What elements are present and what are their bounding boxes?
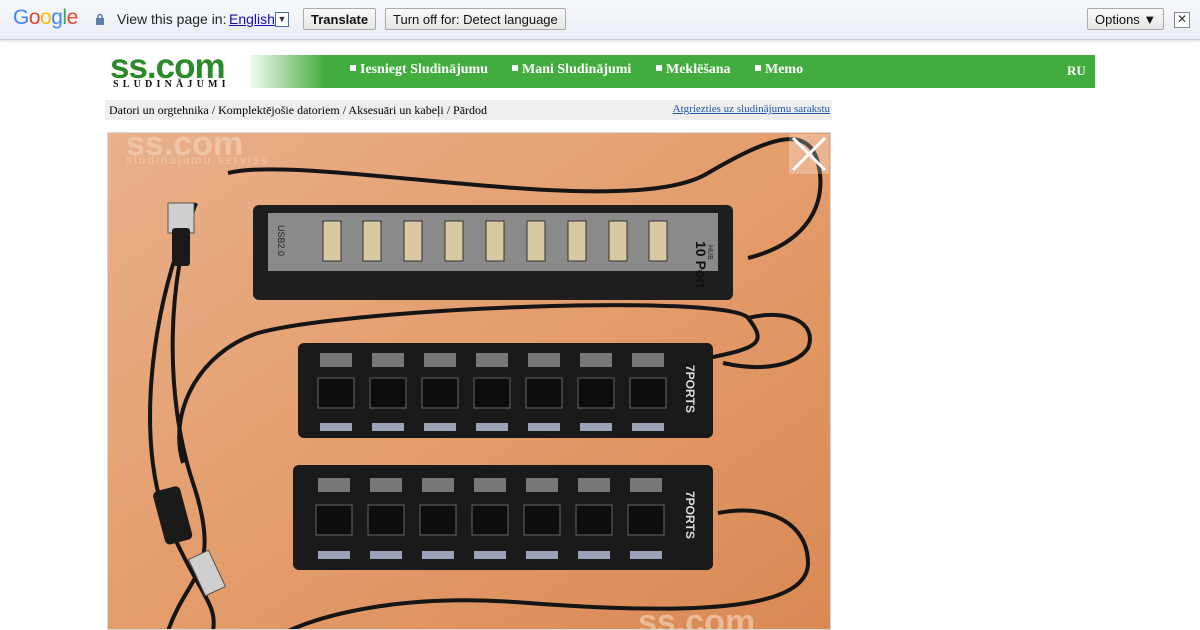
hub3-label: 7PORTS bbox=[683, 491, 697, 539]
breadcrumb-path[interactable]: Datori un orgtehnika / Komplektējošie da… bbox=[109, 103, 487, 118]
hub1-usb-label: USB2.0 bbox=[276, 225, 286, 256]
options-button[interactable]: Options ▼ bbox=[1087, 8, 1165, 30]
nav-my-ads[interactable]: Mani Sludinājumi bbox=[512, 62, 631, 78]
nav-memo[interactable]: Memo bbox=[755, 62, 803, 78]
breadcrumb: Datori un orgtehnika / Komplektējošie da… bbox=[105, 100, 832, 120]
hub2-label: 7PORTS bbox=[683, 365, 697, 413]
bullet-icon bbox=[656, 65, 662, 71]
google-logo: Google bbox=[13, 6, 78, 29]
switch-row bbox=[317, 377, 667, 409]
nav-label: Mani Sludinājumi bbox=[522, 62, 632, 77]
lock-icon bbox=[96, 13, 104, 25]
turn-off-button[interactable]: Turn off for: Detect language bbox=[385, 8, 566, 30]
nav-label: Memo bbox=[765, 62, 804, 77]
hub1-hub-label: HUB bbox=[706, 245, 713, 260]
usb-port-icons bbox=[322, 220, 668, 262]
header-fade bbox=[245, 55, 325, 88]
nav-search[interactable]: Meklēšana bbox=[656, 62, 731, 78]
site-header: ss.com SLUDINĀJUMI Iesniegt Sludinājumu … bbox=[105, 47, 1095, 91]
bullet-icon bbox=[512, 65, 518, 71]
watermark-sub: sludinājumu serviss bbox=[126, 153, 269, 167]
nav-label: Iesniegt Sludinājumu bbox=[360, 62, 488, 77]
close-icon[interactable]: ✕ bbox=[1174, 12, 1190, 28]
back-to-list-link[interactable]: Atgriezties uz sludinājumu sarakstu bbox=[673, 103, 830, 115]
site-logo[interactable]: ss.com SLUDINĀJUMI bbox=[105, 47, 250, 91]
translate-bar: Google View this page in: English ▼ Tran… bbox=[0, 0, 1200, 40]
logo-subtitle: SLUDINĀJUMI bbox=[113, 79, 230, 90]
bullet-icon bbox=[755, 65, 761, 71]
view-page-label: View this page in: bbox=[117, 11, 227, 27]
close-icon[interactable] bbox=[789, 134, 829, 174]
hub-7-port-2: 7PORTS bbox=[293, 465, 713, 570]
hub-10-port: 10 Port USB2.0 HUB bbox=[253, 205, 733, 300]
language-switch[interactable]: RU bbox=[1067, 63, 1086, 79]
nav-submit-ad[interactable]: Iesniegt Sludinājumu bbox=[350, 62, 488, 78]
nav-label: Meklēšana bbox=[666, 62, 731, 77]
translate-button[interactable]: Translate bbox=[303, 8, 377, 30]
photo-illustration: ss.com sludinājumu serviss ss.com 10 Por… bbox=[108, 133, 830, 629]
bullet-icon bbox=[350, 65, 356, 71]
language-link[interactable]: English bbox=[229, 11, 275, 27]
hub-7-port-1: 7PORTS bbox=[298, 343, 713, 438]
ad-photo[interactable]: ss.com sludinājumu serviss ss.com 10 Por… bbox=[107, 132, 831, 630]
switch-row bbox=[315, 504, 665, 536]
language-dropdown-icon[interactable]: ▼ bbox=[275, 12, 289, 27]
